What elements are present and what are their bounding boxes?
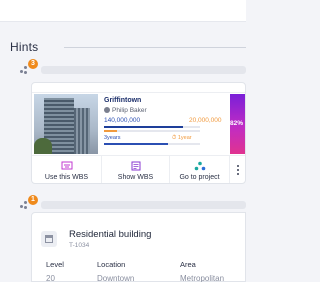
hints-heading: Hints bbox=[10, 40, 39, 54]
wbs-name: Residential building bbox=[69, 229, 152, 240]
project-photo bbox=[34, 94, 98, 154]
budget-progress-bar bbox=[104, 126, 200, 128]
project-actions: Use this WBS Show WBS Go to project bbox=[32, 155, 245, 183]
show-wbs-label: Show WBS bbox=[117, 174, 154, 181]
project-owner: Philip Baker bbox=[104, 107, 147, 114]
hints-divider bbox=[64, 47, 246, 48]
wbs-view-icon bbox=[131, 161, 140, 171]
owner-name: Philip Baker bbox=[112, 107, 147, 114]
wbs-code: T-1034 bbox=[69, 242, 90, 249]
hint-count-badge: 1 bbox=[28, 195, 38, 205]
remaining-text: 1year bbox=[177, 135, 192, 141]
avatar bbox=[104, 107, 110, 113]
go-to-project-button[interactable]: Go to project bbox=[170, 156, 230, 183]
area-header: Area bbox=[180, 260, 196, 269]
go-to-project-label: Go to project bbox=[179, 174, 220, 181]
duration-value: 3years bbox=[104, 135, 121, 141]
budget-value: 140,000,000 bbox=[104, 117, 141, 124]
progress-strip: 82% bbox=[230, 94, 245, 154]
location-header: Location bbox=[97, 260, 126, 269]
hint-bar[interactable] bbox=[41, 201, 246, 209]
level-value: 20 bbox=[46, 274, 55, 282]
use-wbs-label: Use this WBS bbox=[44, 174, 89, 181]
time-progress-bar bbox=[104, 143, 200, 145]
use-wbs-button[interactable]: Use this WBS bbox=[32, 156, 102, 183]
wbs-card[interactable]: Residential building T-1034 Level Locati… bbox=[31, 212, 246, 282]
project-name[interactable]: Griffintown bbox=[104, 97, 141, 104]
show-wbs-button[interactable]: Show WBS bbox=[102, 156, 170, 183]
progress-percent: 82% bbox=[230, 120, 244, 127]
project-nodes-icon bbox=[194, 161, 205, 171]
remaining-value: ⏱ 1year bbox=[172, 135, 192, 142]
card-top-edge bbox=[32, 83, 245, 93]
spent-value: 20,000,000 bbox=[189, 117, 222, 124]
hint-bar[interactable] bbox=[41, 66, 246, 74]
level-header: Level bbox=[46, 260, 64, 269]
more-options-icon[interactable] bbox=[236, 165, 240, 177]
location-value: Downtown bbox=[97, 274, 135, 282]
wbs-template-icon bbox=[61, 161, 72, 170]
project-card[interactable]: Griffintown Philip Baker 140,000,000 20,… bbox=[31, 82, 246, 184]
hint-count-badge: 3 bbox=[28, 59, 38, 69]
spent-progress-bar bbox=[104, 130, 200, 132]
area-value: Metropolitan bbox=[180, 274, 225, 282]
building-icon bbox=[41, 231, 57, 247]
top-bar bbox=[0, 0, 246, 22]
clock-icon: ⏱ bbox=[172, 135, 177, 141]
